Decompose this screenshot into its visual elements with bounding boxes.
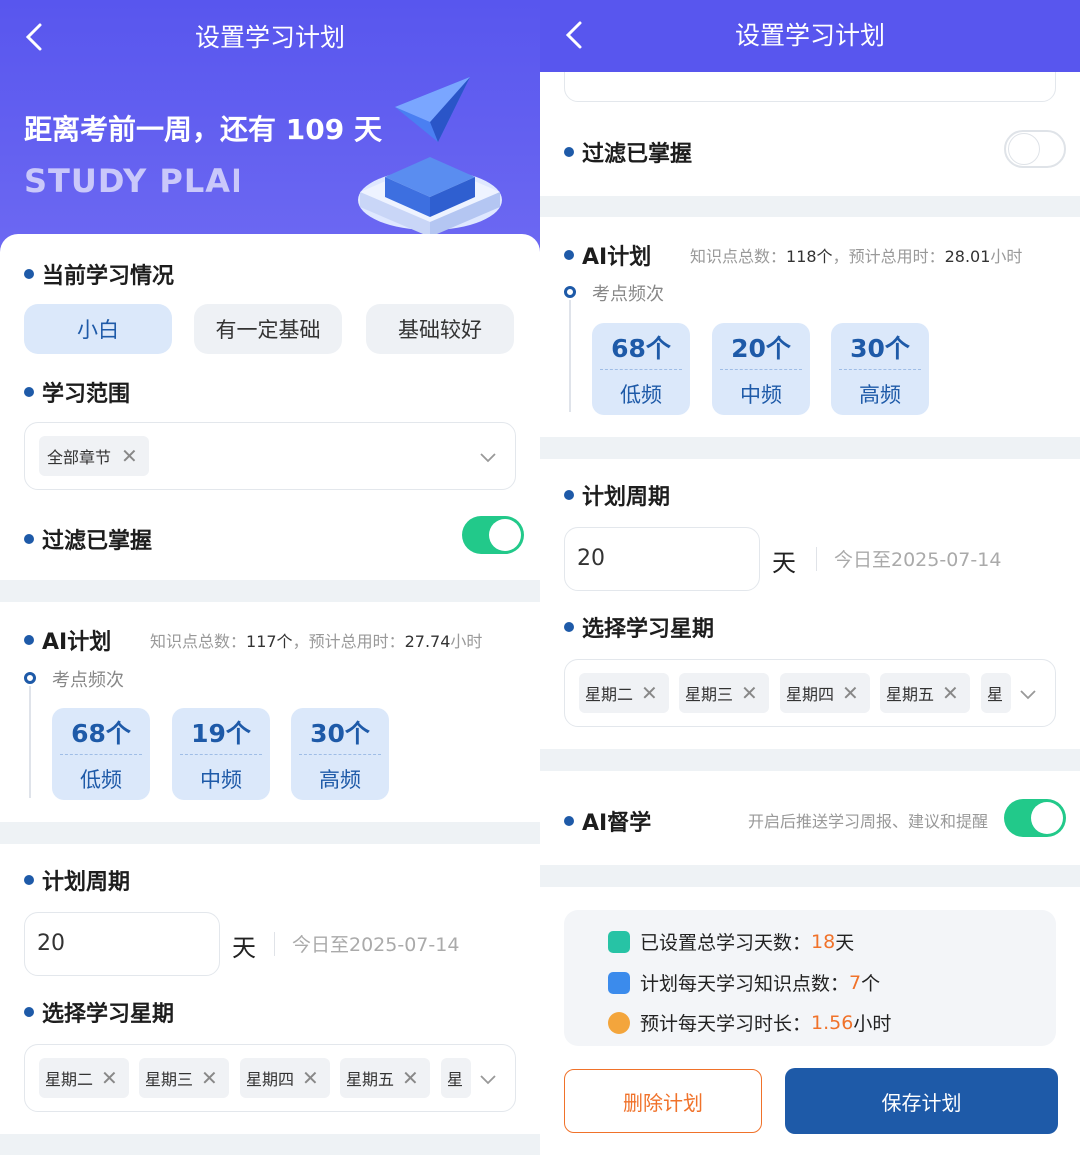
- book-icon: [608, 971, 630, 994]
- option-good-basis[interactable]: 基础较好: [366, 304, 514, 354]
- chevron-down-icon[interactable]: [1019, 685, 1037, 703]
- days-unit: 天: [772, 549, 796, 577]
- freq-high-box: 30个 高频: [831, 323, 929, 415]
- frequency-marker: [24, 672, 36, 684]
- close-icon[interactable]: ✕: [942, 681, 959, 705]
- weekday-tag-partial: 星: [441, 1058, 471, 1098]
- close-icon[interactable]: ✕: [121, 444, 138, 468]
- clock-icon: [608, 1011, 630, 1034]
- period-card: 计划周期 20 天 今日至2025-07-14 选择学习星期 星期二 ✕ 星期三 ✕…: [0, 844, 540, 1134]
- close-icon[interactable]: ✕: [641, 681, 658, 705]
- frequency-marker: [564, 286, 576, 298]
- settings-card: 当前学习情况 小白 有一定基础 基础较好 学习范围 全部章节 ✕ 过滤已掌握: [0, 234, 540, 580]
- summary-daily-points: 计划每天学习知识点数： 7 个: [608, 969, 880, 996]
- calendar-icon: [608, 930, 630, 953]
- ai-supervise-toggle[interactable]: [1004, 799, 1066, 837]
- filter-card: 过滤已掌握: [540, 30, 1080, 196]
- weekday-tag: 星期五 ✕: [340, 1058, 430, 1098]
- period-card: 计划周期 20 天 今日至2025-07-14 选择学习星期 星期二 ✕ 星期三 ✕…: [540, 459, 1080, 749]
- left-top-bar: 设置学习计划: [0, 0, 540, 72]
- plan-summary: 已设置总学习天数： 18 天 计划每天学习知识点数： 7 个 预计每天学习时长： 1.56…: [564, 910, 1056, 1046]
- close-icon[interactable]: ✕: [842, 681, 859, 705]
- page-title: 设置学习计划: [194, 23, 345, 52]
- close-icon[interactable]: ✕: [302, 1066, 319, 1090]
- period-range: 今日至2025-07-14: [834, 549, 1002, 571]
- filter-toggle[interactable]: [1004, 130, 1066, 168]
- frequency-line: [29, 686, 31, 798]
- weekday-tag: 星期三 ✕: [139, 1058, 229, 1098]
- page-title: 设置学习计划: [734, 21, 885, 50]
- right-top-bar: 设置学习计划: [540, 0, 1080, 72]
- section-scope: 学习范围: [24, 376, 130, 408]
- ai-plan-card: AI计划 知识点总数：117个，预计总用时：27.74小时 考点频次 68个 低频…: [0, 602, 540, 822]
- weekday-tag: 星期四 ✕: [240, 1058, 330, 1098]
- right-screen: 过滤已掌握 设置学习计划 AI计划 知识点总数：118个，预计总用时：28.01…: [540, 0, 1080, 1155]
- freq-low-box: 68个 低频: [592, 323, 690, 415]
- freq-low-box: 68个 低频: [52, 708, 150, 800]
- weekday-select[interactable]: 星期二 ✕ 星期三 ✕ 星期四 ✕ 星期五 ✕ 星: [24, 1044, 516, 1112]
- weekday-tag-partial: 星: [981, 673, 1011, 713]
- paper-plane-illustration: [358, 77, 502, 237]
- weekday-tag: 星期二 ✕: [39, 1058, 129, 1098]
- option-some-basis[interactable]: 有一定基础: [194, 304, 342, 354]
- weekday-tag: 星期五 ✕: [880, 673, 970, 713]
- section-current-status: 当前学习情况: [24, 258, 174, 290]
- delete-plan-button[interactable]: 删除计划: [564, 1069, 762, 1133]
- section-weekdays: 选择学习星期: [564, 611, 714, 643]
- frequency-line: [569, 300, 571, 412]
- chevron-down-icon[interactable]: [479, 1070, 497, 1088]
- days-unit: 天: [232, 934, 256, 962]
- days-input[interactable]: 20: [564, 527, 760, 591]
- study-plan-text: STUDY PLAN: [24, 162, 239, 200]
- freq-mid-box: 19个 中频: [172, 708, 270, 800]
- ai-plan-meta: 知识点总数：118个，预计总用时：28.01小时: [690, 247, 1023, 266]
- option-beginner[interactable]: 小白: [24, 304, 172, 354]
- summary-total-days: 已设置总学习天数： 18 天: [608, 928, 854, 955]
- ai-plan-card: AI计划 知识点总数：118个，预计总用时：28.01小时 考点频次 68个 低频…: [540, 217, 1080, 437]
- section-filter: 过滤已掌握: [24, 523, 152, 555]
- close-icon[interactable]: ✕: [101, 1066, 118, 1090]
- scope-select[interactable]: 全部章节 ✕: [24, 422, 516, 490]
- days-input[interactable]: 20: [24, 912, 220, 976]
- freq-high-box: 30个 高频: [291, 708, 389, 800]
- close-icon[interactable]: ✕: [201, 1066, 218, 1090]
- close-icon[interactable]: ✕: [741, 681, 758, 705]
- weekday-tag: 星期四 ✕: [780, 673, 870, 713]
- section-ai-plan: AI计划: [24, 624, 111, 656]
- left-screen: 距离考前一周，还有 109 天 STUDY PLAN 设置学习计划 当前学习情况…: [0, 0, 540, 1155]
- section-filter: 过滤已掌握: [564, 136, 692, 168]
- ai-plan-meta: 知识点总数：117个，预计总用时：27.74小时: [150, 632, 483, 651]
- period-range: 今日至2025-07-14: [292, 934, 460, 956]
- section-ai-plan: AI计划: [564, 239, 651, 271]
- weekday-tag: 星期三 ✕: [679, 673, 769, 713]
- chevron-down-icon[interactable]: [479, 448, 497, 466]
- ai-supervise-card: AI督学 开启后推送学习周报、建议和提醒: [540, 771, 1080, 865]
- close-icon[interactable]: ✕: [402, 1066, 419, 1090]
- summary-daily-time: 预计每天学习时长： 1.56 小时: [608, 1009, 891, 1036]
- save-plan-button[interactable]: 保存计划: [785, 1068, 1058, 1134]
- freq-mid-box: 20个 中频: [712, 323, 810, 415]
- filter-toggle[interactable]: [462, 516, 524, 554]
- weekday-select[interactable]: 星期二 ✕ 星期三 ✕ 星期四 ✕ 星期五 ✕ 星: [564, 659, 1056, 727]
- section-period: 计划周期: [564, 479, 670, 511]
- ai-supervise-desc: 开启后推送学习周报、建议和提醒: [748, 812, 989, 831]
- section-ai-supervise: AI督学: [564, 805, 651, 837]
- section-period: 计划周期: [24, 864, 130, 896]
- frequency-label: 考点频次: [592, 284, 664, 305]
- countdown-text: 距离考前一周，还有 109 天: [24, 113, 382, 146]
- frequency-label: 考点频次: [52, 670, 124, 691]
- section-weekdays: 选择学习星期: [24, 996, 174, 1028]
- weekday-tag: 星期二 ✕: [579, 673, 669, 713]
- scope-tag: 全部章节 ✕: [39, 436, 149, 476]
